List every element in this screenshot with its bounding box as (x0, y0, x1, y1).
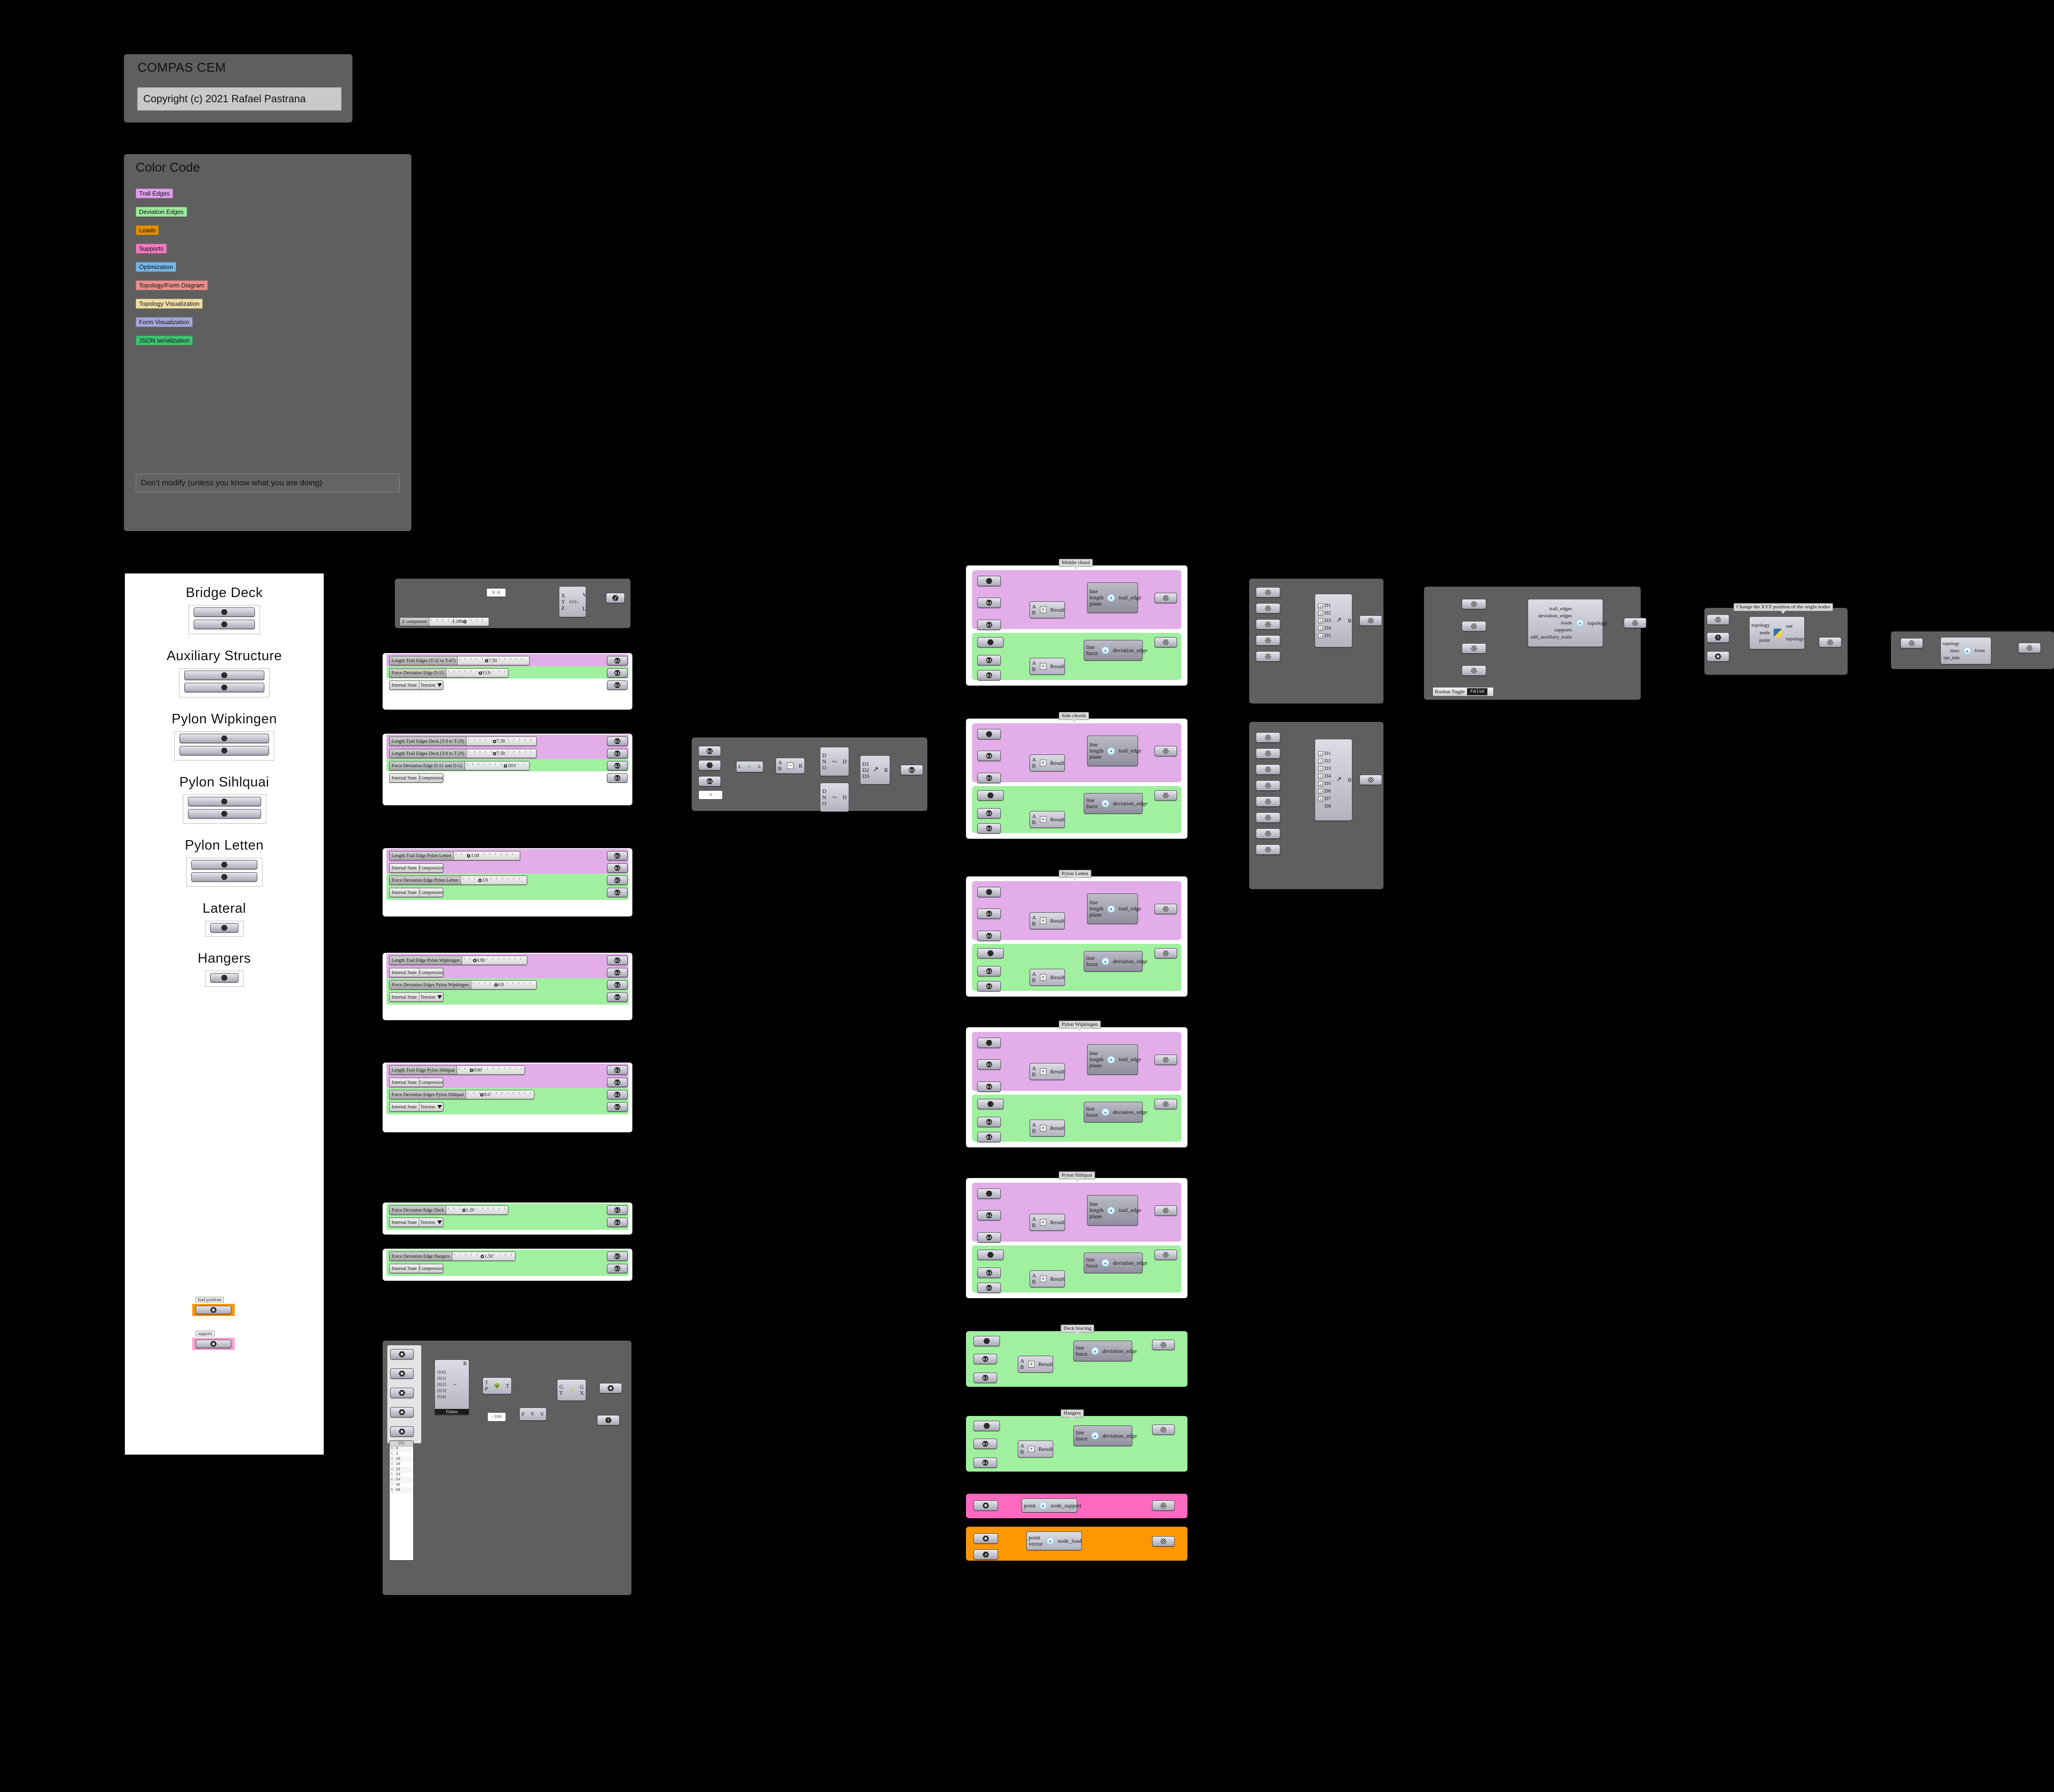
slider-thumb-group[interactable]: 7.50 (492, 739, 505, 744)
slider-thumb-group[interactable]: 1.30 (480, 1254, 493, 1259)
slider-value: 20.0 (507, 763, 516, 769)
checker-hex-icon (2026, 645, 2033, 651)
form-topology-in-param[interactable] (1900, 638, 1923, 648)
slider-thumb-group[interactable]: 0.00 (469, 1068, 482, 1073)
slider-thumb-group[interactable]: 1.00 (466, 853, 479, 859)
slider-value: 0.00 (476, 957, 485, 963)
port-2: eps_min (1943, 655, 1960, 661)
slider-thumb-group[interactable]: 1.20 (462, 1207, 475, 1213)
slider-value: 7.50 (489, 658, 497, 663)
slider-knob[interactable] (493, 752, 497, 755)
slider-thumb-group[interactable]: 7.50 (492, 751, 505, 756)
slider-knob[interactable] (481, 1254, 484, 1258)
cem-icon: ▲ (1963, 647, 1971, 655)
slider-value: 7.50 (497, 751, 505, 756)
form-cluster: topology tmax eps_min ▲ form (0, 0, 2054, 1792)
slider-value: 1.30 (484, 1253, 493, 1259)
slider-knob[interactable] (478, 878, 482, 882)
slider-thumb-group[interactable]: 0.00 (473, 958, 485, 963)
slider-value: 0.0 (484, 1092, 490, 1097)
slider-knob[interactable] (473, 958, 476, 962)
slider-value: 15.0 (482, 670, 491, 676)
slider-knob[interactable] (469, 1068, 473, 1072)
slider-knob[interactable] (478, 671, 482, 675)
slider-value: 0.00 (473, 1067, 482, 1073)
slider-knob[interactable] (480, 1093, 484, 1096)
slider-knob[interactable] (462, 1208, 466, 1212)
form-inputs: topology tmax eps_min (1941, 640, 1962, 662)
form-core: ▲ (1962, 647, 1973, 655)
slider-knob[interactable] (467, 854, 471, 858)
slider-knob[interactable] (485, 659, 489, 663)
slider-knob[interactable] (493, 739, 497, 743)
z-component-slider-value: -1.500 (450, 619, 463, 624)
form-out-param[interactable] (2018, 643, 2041, 653)
form-component[interactable]: topology tmax eps_min ▲ form (1940, 637, 1991, 664)
slider-value: 7.50 (497, 738, 505, 744)
port-1: tmax (1950, 648, 1960, 654)
form-output: form (1974, 648, 1985, 654)
slider-thumb-group[interactable]: 3.0 (478, 878, 488, 883)
slider-value: 1.20 (466, 1207, 475, 1213)
slider-thumb-group[interactable]: 0.0 (480, 1092, 490, 1097)
slider-knob[interactable] (504, 764, 507, 768)
slider-value: 0.0 (498, 982, 504, 988)
port-0: topology (1943, 641, 1960, 646)
slider-value: 3.0 (482, 877, 488, 883)
checker-hex-icon (1908, 640, 1915, 646)
slider-thumb-group[interactable]: 20.0 (503, 763, 516, 769)
slider-knob[interactable] (494, 983, 498, 987)
slider-thumb-group[interactable]: 7.50 (484, 658, 497, 663)
slider-thumb-group[interactable]: 15.0 (478, 671, 491, 676)
slider-value: 1.00 (471, 853, 479, 859)
slider-thumb-group[interactable]: 0.0 (494, 982, 504, 988)
